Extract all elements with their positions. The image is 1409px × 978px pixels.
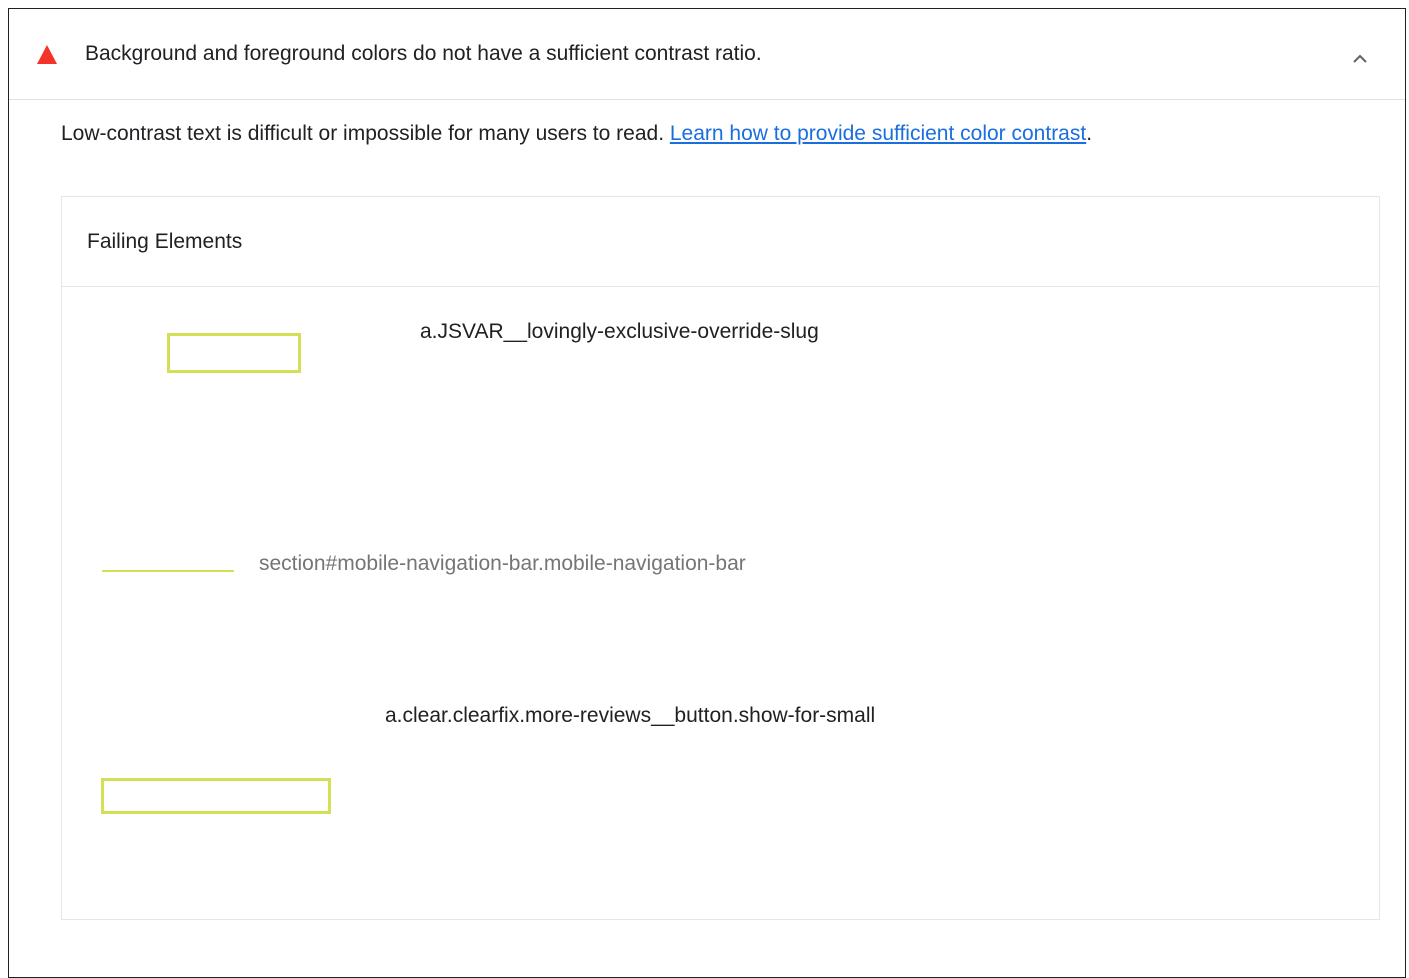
audit-title: Background and foreground colors do not … <box>85 42 762 65</box>
element-screenshot-thumbnail[interactable] <box>167 333 301 373</box>
audit-panel: Background and foreground colors do not … <box>8 8 1406 978</box>
element-screenshot-thumbnail[interactable] <box>102 570 234 572</box>
element-selector[interactable]: a.clear.clearfix.more-reviews__button.sh… <box>385 704 875 728</box>
table-header: Failing Elements <box>62 197 1379 287</box>
audit-description: Low-contrast text is difficult or imposs… <box>61 122 1092 146</box>
failing-elements-table: Failing Elements a.JSVAR__lovingly-exclu… <box>61 196 1380 920</box>
fail-triangle-icon <box>37 45 57 64</box>
description-text: Low-contrast text is difficult or imposs… <box>61 122 670 145</box>
element-selector[interactable]: a.JSVAR__lovingly-exclusive-override-slu… <box>420 320 819 344</box>
element-screenshot-thumbnail[interactable] <box>101 778 331 814</box>
chevron-up-icon[interactable] <box>1350 49 1370 69</box>
element-selector[interactable]: section#mobile-navigation-bar.mobile-nav… <box>259 552 746 576</box>
learn-more-link[interactable]: Learn how to provide sufficient color co… <box>670 122 1086 145</box>
audit-header[interactable]: Background and foreground colors do not … <box>9 9 1405 100</box>
description-suffix: . <box>1086 122 1093 145</box>
table-header-label: Failing Elements <box>87 230 243 253</box>
